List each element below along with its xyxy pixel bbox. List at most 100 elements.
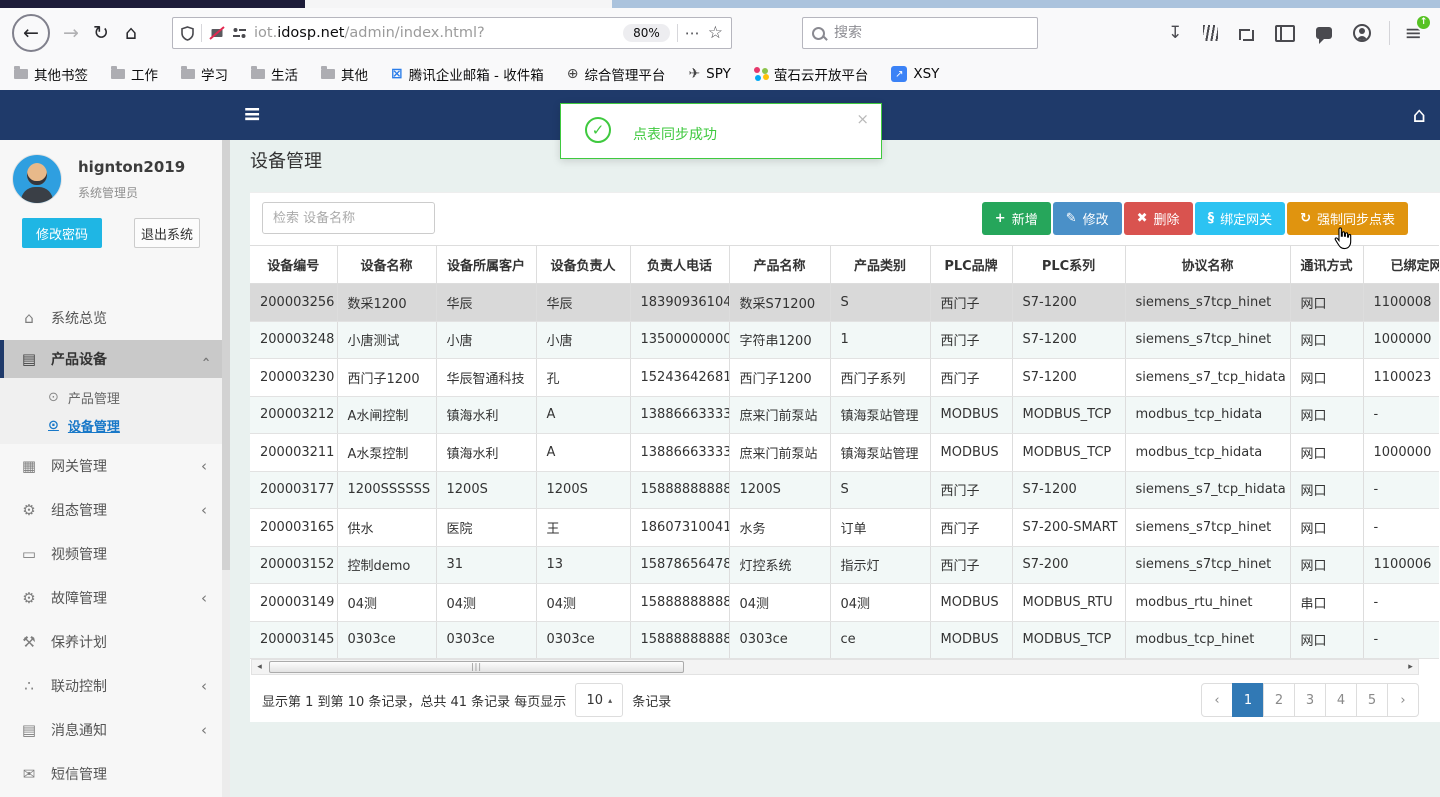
sidebar-item-fault-management[interactable]: ⚙ 故障管理 ‹ — [0, 576, 222, 620]
page-next-button[interactable]: › — [1387, 683, 1419, 717]
sidebar-item-configuration-management[interactable]: ⚙ 组态管理 ‹ — [0, 488, 222, 532]
scroll-right-arrow-icon[interactable]: ▸ — [1404, 660, 1417, 674]
sidebar-item-linkage-control[interactable]: ∴ 联动控制 ‹ — [0, 664, 222, 708]
column-header[interactable]: 设备负责人 — [536, 245, 631, 284]
back-button[interactable]: ← — [12, 14, 50, 52]
reload-button[interactable]: ↻ — [86, 18, 116, 48]
bookmark-admin-platform[interactable]: ⊕ 综合管理平台 — [567, 64, 666, 84]
sidebar-item-device-management[interactable]: ⊙ 设备管理 — [0, 411, 222, 439]
sidebar-item-system-overview[interactable]: ⌂ 系统总览 — [0, 296, 222, 340]
device-search-input[interactable] — [262, 202, 435, 234]
forward-button[interactable]: → — [56, 18, 86, 48]
sidebars-icon[interactable] — [1275, 24, 1296, 42]
table-row[interactable]: 200003230 西门子1200 华辰智通科技孔 15243642681 西门子120… — [250, 358, 1439, 397]
bookmark-life[interactable]: 生活 — [251, 64, 298, 84]
sidebar-item-product-device[interactable]: ▤ 产品设备 › — [0, 340, 222, 378]
download-icon[interactable]: ↧ — [1168, 23, 1182, 43]
page-5-button[interactable]: 5 — [1356, 683, 1388, 717]
scrollbar-thumb[interactable]: ||| — [269, 661, 684, 673]
table-row[interactable]: 200003152 控制demo 31 13 15878656478 灯控系统 指示灯 西门子… — [250, 546, 1439, 584]
delete-button[interactable]: ✖ 删除 — [1123, 202, 1193, 235]
menu-button[interactable]: ≡ ↑ — [1404, 14, 1432, 45]
edit-button[interactable]: ✎ 修改 — [1052, 202, 1122, 235]
table-cell: 1 — [830, 321, 931, 359]
table-row[interactable]: 200003165 供水 医院王 18607310041 水务 订单 西门子 S7-200-S… — [250, 508, 1439, 547]
url-bar[interactable]: iot.idosp.net/admin/index.html? 80% ⋯ ☆ — [172, 17, 732, 49]
scroll-left-arrow-icon[interactable]: ◂ — [253, 660, 266, 674]
scrollbar-thumb[interactable] — [222, 140, 230, 570]
close-icon[interactable]: × — [856, 110, 869, 128]
table-row[interactable]: 200003149 04测 04测 04测 15888888888 04测 04测 MODBU… — [250, 583, 1439, 622]
sidebar-scrollbar[interactable] — [222, 140, 230, 797]
column-header[interactable]: 设备编号 — [250, 245, 338, 284]
account-icon[interactable] — [1353, 24, 1372, 42]
column-header[interactable]: 设备名称 — [337, 245, 437, 284]
bookmark-work[interactable]: 工作 — [111, 64, 158, 84]
table-row[interactable]: 200003248 小唐测试 小唐 小唐 13500000000 字符串1200 1 西门子 S… — [250, 321, 1439, 359]
bind-gateway-button[interactable]: § 绑定网关 — [1194, 202, 1286, 235]
sidebar-item-maintenance-plan[interactable]: ⚒ 保养计划 — [0, 620, 222, 664]
app-home-button[interactable]: ⌂ — [1413, 103, 1426, 127]
page-1-button[interactable]: 1 — [1232, 683, 1264, 717]
page-prev-button[interactable]: ‹ — [1201, 683, 1233, 717]
column-header[interactable]: 设备所属客户 — [436, 245, 537, 284]
shield-icon[interactable] — [181, 25, 194, 41]
page-3-button[interactable]: 3 — [1294, 683, 1326, 717]
username: hignton2019 — [78, 158, 186, 176]
page-2-button[interactable]: 2 — [1263, 683, 1295, 717]
sidebar-item-video-management[interactable]: ▭ 视频管理 — [0, 532, 222, 576]
table-row[interactable]: 200003145 0303ce 0303ce 0303ce 15888888888 03… — [250, 621, 1439, 659]
table-row[interactable]: 200003211 A水泵控制 镇海水利 A 13886663333 庶来门前泵站 镇海泵站… — [250, 433, 1439, 472]
table-cell: MODBUS_TCP — [1012, 396, 1126, 434]
bookmark-study[interactable]: 学习 — [181, 64, 228, 84]
home-button[interactable]: ⌂ — [116, 18, 146, 48]
avatar[interactable] — [12, 154, 62, 204]
page-size-select[interactable]: 10 ▴ — [575, 683, 624, 717]
zoom-level-badge[interactable]: 80% — [623, 24, 670, 42]
browser-search-box[interactable] — [802, 17, 1038, 49]
column-header[interactable]: 产品类别 — [830, 245, 931, 284]
table-cell: 1000000 — [1363, 321, 1439, 359]
sidebar-item-sms-management[interactable]: ✉ 短信管理 — [0, 752, 222, 796]
logout-button[interactable]: 退出系统 — [134, 218, 200, 248]
page-actions-icon[interactable]: ⋯ — [685, 24, 701, 42]
table-cell: - — [1363, 583, 1439, 622]
permissions-icon[interactable] — [232, 26, 247, 40]
column-header[interactable]: 已绑定网关 — [1363, 245, 1439, 284]
bookmark-other-bookmarks[interactable]: 其他书签 — [14, 64, 88, 84]
column-header[interactable]: 协议名称 — [1125, 245, 1291, 284]
bookmark-xsy[interactable]: ↗ XSY — [891, 66, 939, 82]
sidebar-item-message-notification[interactable]: ▤ 消息通知 ‹ — [0, 708, 222, 752]
table-row[interactable]: 200003212 A水闸控制 镇海水利 A 13886663333 庶来门前泵站 镇海泵站… — [250, 396, 1439, 434]
column-header[interactable]: 产品名称 — [729, 245, 831, 284]
library-icon[interactable] — [1203, 25, 1219, 41]
page-4-button[interactable]: 4 — [1325, 683, 1357, 717]
screenshot-icon[interactable] — [1239, 26, 1255, 41]
sidebar-toggle-button[interactable]: ≡ — [243, 102, 261, 127]
table-row[interactable]: 200003177 1200SSSSSS 1200S 1200S 15888888888… — [250, 471, 1439, 509]
browser-search-input[interactable] — [832, 24, 1006, 42]
active-tab-fragment — [0, 0, 305, 8]
sidebar-item-gateway-management[interactable]: ▦ 网关管理 ‹ — [0, 444, 222, 488]
column-header[interactable]: 负责人电话 — [630, 245, 730, 284]
column-header[interactable]: PLC系列 — [1012, 245, 1126, 284]
table-cell: 灯控系统 — [729, 546, 831, 584]
bookmark-spy[interactable]: ✈ SPY — [688, 66, 730, 82]
add-button[interactable]: + 新增 — [981, 202, 1051, 235]
blocked-content-icon[interactable] — [209, 26, 225, 40]
table-cell: 1100023 — [1363, 358, 1439, 397]
bookmark-star-icon[interactable]: ☆ — [708, 23, 723, 43]
bookmark-tencent-mail[interactable]: ⊠ 腾讯企业邮箱 - 收件箱 — [391, 64, 544, 84]
table-cell: 镇海泵站管理 — [830, 433, 931, 472]
change-password-button[interactable]: 修改密码 — [22, 218, 102, 248]
bookmark-other[interactable]: 其他 — [321, 64, 368, 84]
bookmark-label: SPY — [706, 66, 731, 82]
pocket-icon[interactable] — [1316, 27, 1333, 44]
url-domain: idosp.net — [277, 25, 345, 41]
sidebar-item-product-management[interactable]: ⊙ 产品管理 — [0, 383, 222, 411]
horizontal-scrollbar[interactable]: ◂ ||| ▸ — [251, 659, 1419, 675]
column-header[interactable]: PLC品牌 — [930, 245, 1013, 284]
bookmark-ys7-open-platform[interactable]: 萤石云开放平台 — [753, 64, 868, 84]
table-row[interactable]: 200003256 数采1200 华辰 华辰 18390936104 数采S71200 S 西… — [250, 283, 1439, 322]
url-text[interactable]: iot.idosp.net/admin/index.html? — [254, 25, 485, 41]
